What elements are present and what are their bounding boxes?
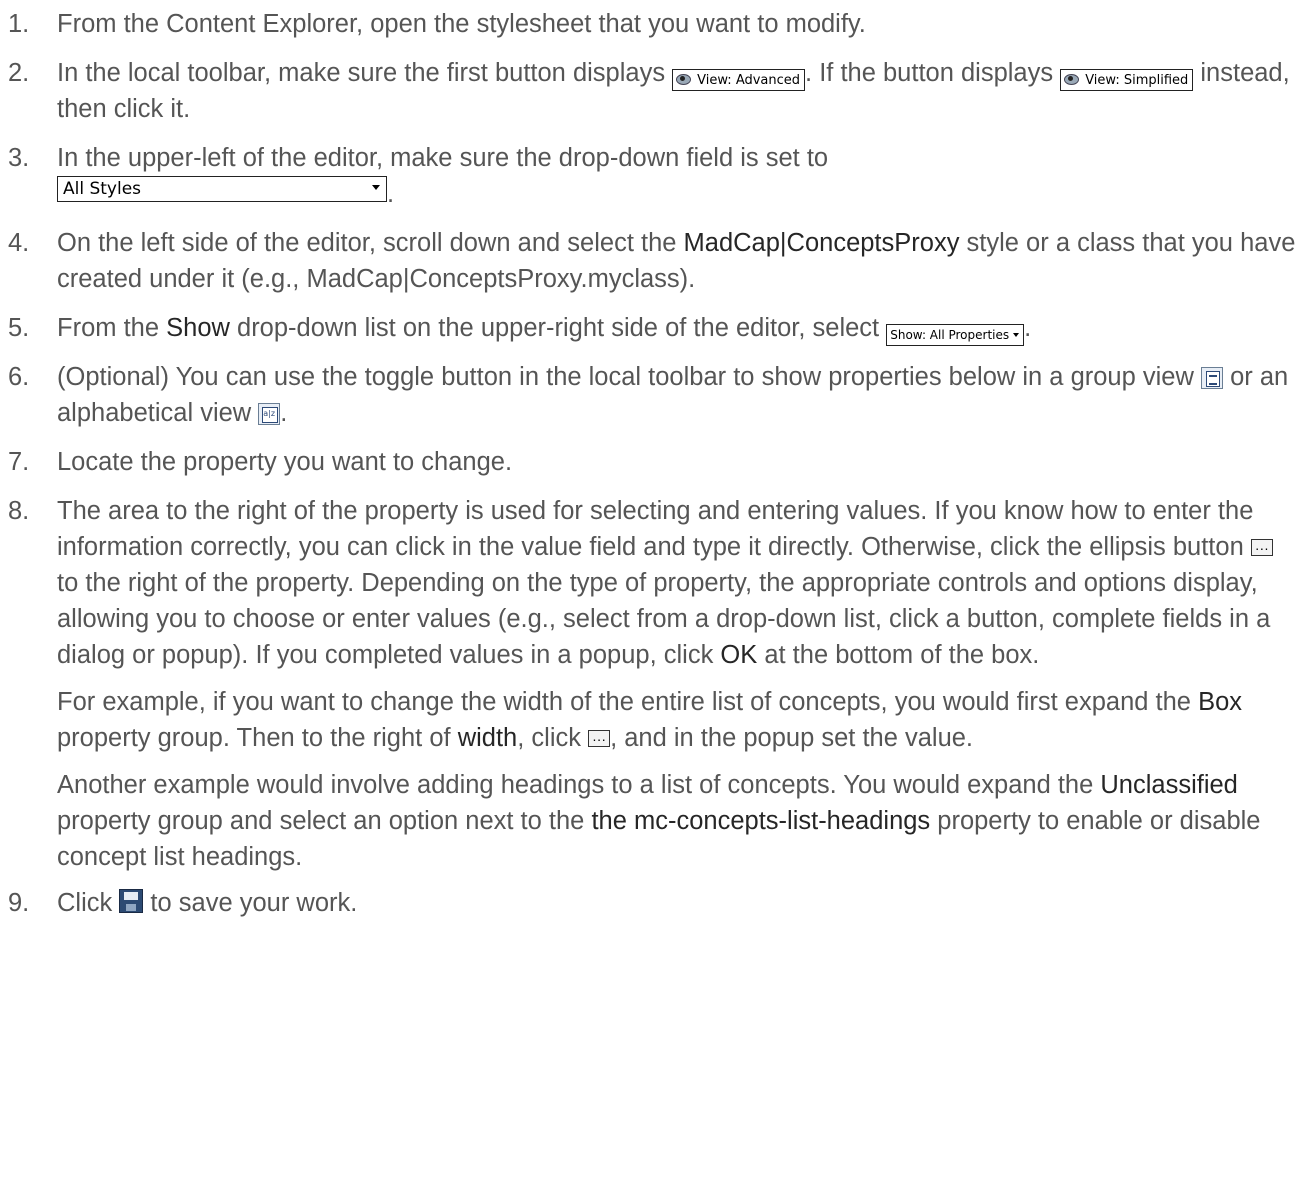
chevron-down-icon bbox=[372, 185, 380, 190]
step-7: 7. Locate the property you want to chang… bbox=[0, 444, 1299, 480]
step-number: 4. bbox=[8, 229, 30, 257]
step-4: 4. On the left side of the editor, scrol… bbox=[0, 225, 1299, 297]
view-advanced-button-image: View: Advanced bbox=[672, 69, 806, 91]
ellipsis-icon bbox=[588, 721, 611, 757]
emphasis-term: width bbox=[457, 724, 518, 752]
step-number: 1. bbox=[8, 10, 30, 38]
all-styles-dropdown-image: All Styles bbox=[57, 176, 387, 202]
step-number: 3. bbox=[8, 144, 30, 172]
step-number: 5. bbox=[8, 314, 30, 342]
example-text: , click bbox=[517, 724, 589, 752]
example-text: For example, if you want to change the w… bbox=[57, 688, 1199, 716]
step-text: . bbox=[280, 399, 288, 427]
show-dropdown-value: Show: All Properties bbox=[890, 328, 1010, 342]
emphasis-term: the mc-concepts-list-headings bbox=[591, 807, 931, 835]
eye-icon bbox=[1063, 71, 1080, 87]
step-6: 6. (Optional) You can use the toggle but… bbox=[0, 359, 1299, 431]
step-text: to save your work. bbox=[143, 889, 358, 917]
example-text: property group. Then to the right of bbox=[57, 724, 458, 752]
step-text: From the bbox=[57, 314, 167, 342]
step-text: From the Content Explorer, open the styl… bbox=[57, 10, 866, 38]
view-simplified-button-image: View: Simplified bbox=[1060, 69, 1194, 91]
eye-icon bbox=[675, 71, 692, 87]
step-number: 2. bbox=[8, 59, 30, 87]
step-text: . bbox=[387, 180, 395, 208]
step-text: The area to the right of the property is… bbox=[57, 497, 1254, 561]
procedure-steps: 1. From the Content Explorer, open the s… bbox=[0, 6, 1299, 921]
view-simplified-label: View: Simplified bbox=[1085, 73, 1189, 88]
step-text: In the upper-left of the editor, make su… bbox=[57, 144, 829, 172]
step-9: 9. Click to save your work. bbox=[0, 885, 1299, 921]
emphasis-term: Show bbox=[166, 314, 230, 342]
step-text: Click bbox=[57, 889, 120, 917]
step-number: 9. bbox=[8, 889, 30, 917]
step-text: . If the button displays bbox=[805, 59, 1061, 87]
step-text: drop-down list on the upper-right side o… bbox=[229, 314, 887, 342]
emphasis-term: MadCap|ConceptsProxy bbox=[683, 229, 960, 257]
example-text: , and in the popup set the value. bbox=[610, 724, 974, 752]
step-text: Locate the property you want to change. bbox=[57, 448, 513, 476]
step-8: 8. The area to the right of the property… bbox=[0, 493, 1299, 875]
step-5: 5. From the Show drop-down list on the u… bbox=[0, 310, 1299, 346]
show-all-properties-dropdown-image: Show: All Properties bbox=[886, 324, 1025, 346]
group-view-icon bbox=[1200, 367, 1223, 389]
emphasis-term: Unclassified bbox=[1100, 771, 1238, 799]
alphabetical-view-icon bbox=[258, 403, 281, 425]
step-3: 3. In the upper-left of the editor, make… bbox=[0, 140, 1299, 212]
example-text: property group and select an option next… bbox=[57, 807, 592, 835]
step-text: at the bottom of the box. bbox=[757, 641, 1040, 669]
example-paragraph: Another example would involve adding hea… bbox=[57, 767, 1299, 875]
dropdown-value: All Styles bbox=[63, 179, 142, 199]
step-number: 8. bbox=[8, 497, 30, 525]
step-text: . bbox=[1024, 314, 1032, 342]
emphasis-term: OK bbox=[720, 641, 758, 669]
step-text: to the right of the property. Depending … bbox=[57, 569, 1271, 669]
example-text: Another example would involve adding hea… bbox=[57, 771, 1101, 799]
step-text: (Optional) You can use the toggle button… bbox=[57, 363, 1201, 391]
emphasis-term: Box bbox=[1198, 688, 1243, 716]
step-text: On the left side of the editor, scroll d… bbox=[57, 229, 684, 257]
step-number: 6. bbox=[8, 363, 30, 391]
chevron-down-icon bbox=[1013, 333, 1020, 337]
example-paragraph: For example, if you want to change the w… bbox=[57, 684, 1299, 757]
step-1: 1. From the Content Explorer, open the s… bbox=[0, 6, 1299, 42]
save-icon bbox=[119, 889, 144, 913]
step-number: 7. bbox=[8, 448, 30, 476]
ellipsis-icon bbox=[1250, 530, 1273, 566]
step-2: 2. In the local toolbar, make sure the f… bbox=[0, 55, 1299, 127]
view-advanced-label: View: Advanced bbox=[697, 73, 801, 88]
step-text: In the local toolbar, make sure the firs… bbox=[57, 59, 673, 87]
